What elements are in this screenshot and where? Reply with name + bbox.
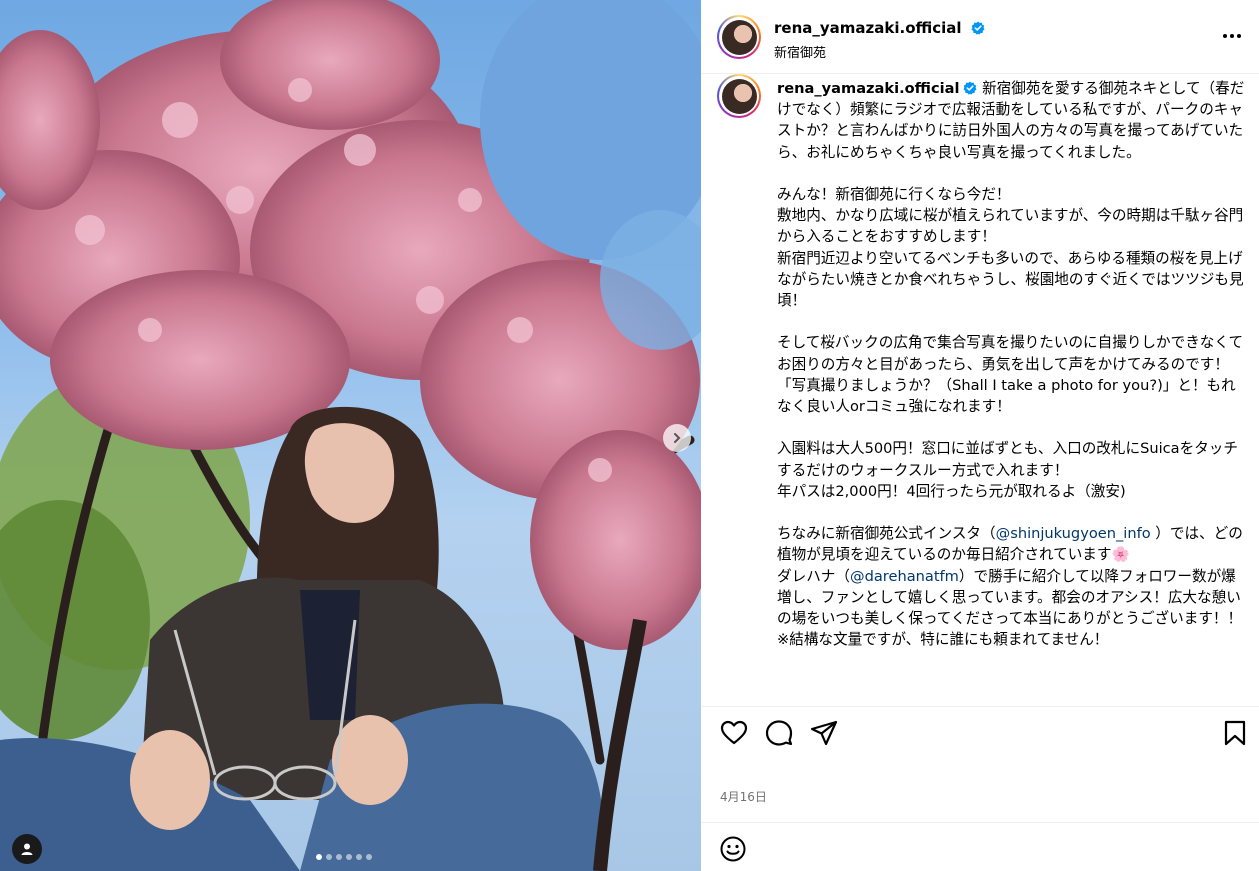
comment-button[interactable] <box>765 719 793 747</box>
carousel-dot <box>326 854 332 860</box>
user-tag-icon <box>21 843 33 855</box>
post-header: rena_yamazaki.official 新宿御苑 <box>701 0 1259 74</box>
carousel-indicator <box>316 854 372 860</box>
more-options-icon <box>1223 34 1227 38</box>
save-button[interactable] <box>1221 719 1249 747</box>
action-bar <box>701 706 1259 756</box>
tagged-users-button[interactable] <box>12 834 42 864</box>
carousel-dot-active <box>316 854 322 860</box>
post-photo[interactable] <box>0 0 701 871</box>
verified-badge-icon <box>963 81 977 95</box>
profile-photo <box>721 78 757 114</box>
verified-badge-icon <box>971 21 985 35</box>
next-photo-button[interactable] <box>663 424 691 452</box>
carousel-dot <box>356 854 362 860</box>
post-date[interactable]: 4月16日 <box>720 788 767 805</box>
smiley-icon <box>720 836 746 862</box>
mention-link-darehanatfm[interactable]: @darehanatfm <box>850 568 959 585</box>
paper-plane-icon <box>810 720 838 746</box>
carousel-dot <box>346 854 352 860</box>
carousel-dot <box>336 854 342 860</box>
comment-icon <box>765 720 793 746</box>
post-caption: rena_yamazaki.official 新宿御苑を愛する御苑ネキとして（春… <box>777 78 1249 650</box>
more-options-button[interactable] <box>1219 26 1245 46</box>
carousel-dot <box>366 854 372 860</box>
location-link[interactable]: 新宿御苑 <box>774 42 826 61</box>
mention-link-shinjukugyoen[interactable]: @shinjukugyoen_info <box>996 525 1151 542</box>
avatar[interactable] <box>717 15 761 59</box>
username[interactable]: rena_yamazaki.official <box>774 19 962 37</box>
cherry-blossom-photo <box>0 0 701 871</box>
share-button[interactable] <box>810 719 838 747</box>
caption-text-part1: 新宿御苑を愛する御苑ネキとして（春だけでなく）頻繁にラジオで広報活動をしている私… <box>777 80 1245 543</box>
caption-avatar[interactable] <box>717 74 761 118</box>
caption-area: rena_yamazaki.official 新宿御苑を愛する御苑ネキとして（春… <box>701 74 1259 706</box>
heart-icon <box>720 720 748 745</box>
post-side-panel: rena_yamazaki.official 新宿御苑 rena_yamazak… <box>701 0 1259 871</box>
bookmark-icon <box>1224 720 1246 746</box>
profile-photo <box>721 19 757 55</box>
caption-username[interactable]: rena_yamazaki.official <box>777 80 959 97</box>
emoji-picker-button[interactable] <box>719 835 747 863</box>
header-username-link[interactable]: rena_yamazaki.official <box>774 18 985 37</box>
like-button[interactable] <box>720 719 748 747</box>
chevron-right-icon <box>674 433 681 443</box>
comment-input-bar <box>701 822 1259 871</box>
